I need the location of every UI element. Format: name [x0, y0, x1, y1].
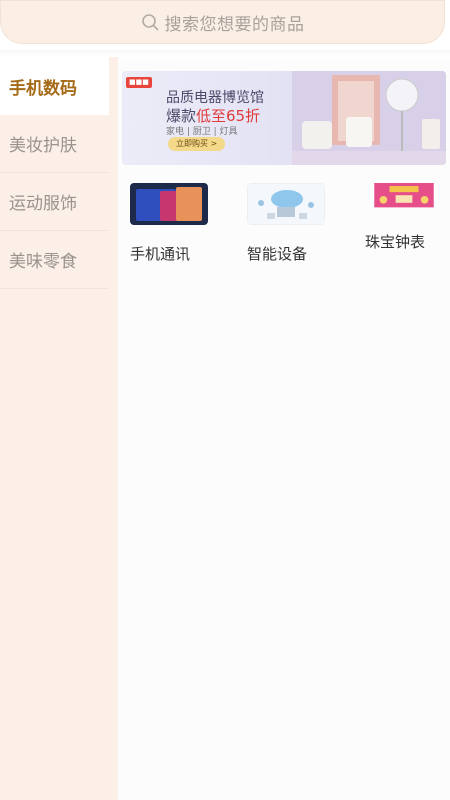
search-area: 搜索您想要的商品	[0, 0, 450, 56]
banner-sub-prefix: 爆款	[166, 107, 197, 125]
category-label: 智能设备	[247, 245, 308, 263]
jewelry-image	[374, 183, 434, 208]
banner-appliance-image	[292, 71, 446, 165]
phone-image	[130, 183, 208, 225]
sidebar-item-digital[interactable]: 手机数码	[0, 57, 109, 115]
sidebar-item-sports[interactable]: 运动服饰	[0, 173, 109, 231]
search-placeholder: 搜索您想要的商品	[164, 14, 305, 35]
smart-device-image	[246, 182, 326, 226]
banner-buy-button[interactable]: 立即购买 >	[168, 137, 226, 151]
sidebar-item-beauty[interactable]: 美妆护肤	[0, 115, 109, 173]
header-divider	[0, 50, 450, 56]
banner-sub-highlight: 低至65折	[196, 107, 261, 125]
banner-subtitle: 爆款低至65折	[166, 105, 260, 126]
banner-title: 品质电器博览馆	[166, 90, 264, 106]
search-icon	[141, 14, 158, 31]
search-bar[interactable]: 搜索您想要的商品	[0, 0, 445, 44]
category-label: 珠宝钟表	[365, 233, 426, 251]
sidebar-item-snacks[interactable]: 美味零食	[0, 231, 109, 289]
category-jewelry[interactable]: 珠宝钟表	[365, 183, 445, 252]
banner-text-area: ■■■ 品质电器博览馆 爆款低至65折 家电 | 厨卫 | 灯具 立即购买 >	[122, 71, 292, 165]
category-sidebar: 手机数码 美妆护肤 运动服饰 美味零食	[0, 57, 118, 800]
category-label: 手机通讯	[130, 245, 191, 263]
category-smart-device[interactable]: 智能设备	[246, 182, 327, 264]
banner-categories: 家电 | 厨卫 | 灯具	[166, 127, 238, 137]
promo-banner[interactable]: ■■■ 品质电器博览馆 爆款低至65折 家电 | 厨卫 | 灯具 立即购买 >	[122, 71, 446, 165]
main-content: ■■■ 品质电器博览馆 爆款低至65折 家电 | 厨卫 | 灯具 立即购买 >	[118, 57, 450, 800]
category-phone[interactable]: 手机通讯	[130, 183, 210, 264]
banner-tag-logo: ■■■	[126, 77, 152, 88]
